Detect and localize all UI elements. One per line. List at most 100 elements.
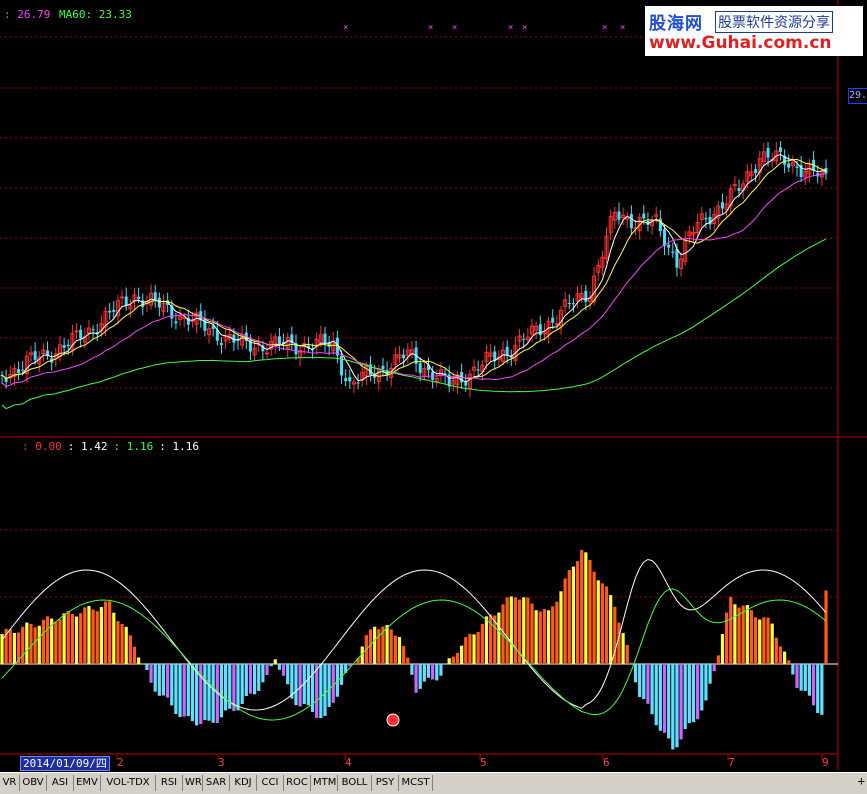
indicator-tab[interactable]: MTM — [311, 775, 338, 791]
candle-body — [21, 370, 24, 371]
candle-body — [754, 169, 757, 173]
candle-body — [75, 331, 78, 332]
macd-bar — [439, 664, 442, 676]
macd-bar — [402, 646, 405, 664]
add-tab-button[interactable]: + — [858, 774, 865, 788]
macd-bar — [713, 664, 716, 671]
brand-url: www.Guhai.com.cn — [649, 33, 832, 53]
indicator-tab[interactable]: MCST — [399, 775, 433, 791]
macd-bar — [414, 664, 417, 693]
macd-bar — [638, 664, 641, 697]
macd-bar — [133, 647, 136, 664]
candle-body — [381, 366, 384, 369]
macd-bar — [576, 561, 579, 664]
macd-bar — [406, 658, 409, 664]
macd-bar — [692, 664, 695, 722]
macd-bar — [696, 664, 699, 719]
indicator-tab[interactable]: ROC — [284, 775, 311, 791]
indicator-tab[interactable]: VR — [0, 775, 20, 791]
macd-bar — [87, 606, 90, 664]
macd-bar — [104, 602, 107, 664]
indicator-tab[interactable]: ASI — [47, 775, 74, 791]
indicator-tab[interactable]: PSY — [372, 775, 399, 791]
macd-bar — [373, 627, 376, 664]
ma60-line — [2, 239, 826, 408]
macd-bar — [83, 607, 86, 664]
macd-bar — [340, 664, 343, 685]
macd-bar — [746, 605, 749, 664]
candle-body — [630, 214, 633, 228]
macd-bar — [729, 597, 732, 664]
candle-body — [323, 334, 326, 345]
macd-bar — [286, 664, 289, 684]
indicator-tab[interactable]: SAR — [203, 775, 230, 791]
macd-bar — [766, 618, 769, 664]
macd-bar — [166, 664, 169, 698]
indicator-tab[interactable]: CCI — [257, 775, 284, 791]
macd-bar — [265, 664, 268, 675]
macd-bar — [708, 664, 711, 684]
candle-body — [158, 298, 161, 308]
macd-bar — [559, 591, 562, 664]
stock-chart[interactable]: ××××××× — [0, 0, 867, 793]
macd-bar — [13, 633, 16, 664]
indicator-tab[interactable]: VOL-TDX — [101, 775, 156, 791]
candle-body — [733, 185, 736, 186]
ma-legend-item: MA60: 23.33 — [59, 8, 132, 21]
macd-bar — [224, 664, 227, 710]
macd-bar — [452, 657, 455, 664]
candle-body — [522, 339, 525, 340]
macd-bar — [626, 645, 629, 664]
macd-bar — [622, 633, 625, 664]
candle-body — [266, 353, 269, 354]
macd-bar — [808, 664, 811, 696]
indicator-tab[interactable]: BOLL — [338, 775, 372, 791]
candle-body — [671, 251, 674, 252]
macd-bar — [274, 659, 277, 664]
macd-bar — [733, 604, 736, 664]
candle-body — [642, 214, 645, 219]
macd-bar — [783, 652, 786, 664]
macd-bar — [149, 664, 152, 683]
macd-bar — [257, 664, 260, 691]
macd-bar — [547, 610, 550, 664]
macd-bar — [108, 601, 111, 664]
macd-bar — [758, 620, 761, 664]
macd-bar — [800, 664, 803, 691]
macd-bar — [116, 621, 119, 664]
macd-bar — [468, 634, 471, 664]
indicator-tab[interactable]: WR — [183, 775, 203, 791]
candle-body — [34, 351, 37, 360]
macd-bar — [535, 610, 538, 664]
candle-body — [112, 310, 115, 312]
macd-bar — [112, 613, 115, 664]
macd-bar — [410, 664, 413, 675]
indicator-tab[interactable]: KDJ — [230, 775, 257, 791]
price-axis-tag: 29. — [848, 88, 867, 104]
indicator-tab[interactable]: OBV — [20, 775, 47, 791]
month-tick-label: 4 — [345, 756, 352, 769]
macd-bar — [795, 664, 798, 688]
macd-bar — [129, 635, 132, 664]
macd-bar — [431, 664, 434, 679]
macd-bar — [21, 627, 24, 664]
macd-bar — [497, 613, 500, 664]
macd-bar — [423, 664, 426, 682]
candle-body — [141, 300, 144, 307]
macd-bar — [323, 664, 326, 716]
macd-bar — [58, 619, 61, 664]
month-tick-label: 9 — [822, 756, 829, 769]
macd-bar — [650, 664, 653, 714]
candle-body — [137, 297, 140, 299]
month-tick-label: 7 — [728, 756, 735, 769]
indicator-legend-item: : 0.00 — [22, 440, 62, 453]
macd-bar — [804, 664, 807, 691]
indicator-tab[interactable]: RSI — [156, 775, 183, 791]
macd-bar — [472, 634, 475, 664]
macd-bar — [704, 664, 707, 700]
macd-bar — [435, 664, 438, 680]
macd-bar — [481, 624, 484, 664]
candle-body — [675, 249, 678, 267]
macd-bar — [75, 617, 78, 664]
indicator-tab[interactable]: EMV — [74, 775, 101, 791]
